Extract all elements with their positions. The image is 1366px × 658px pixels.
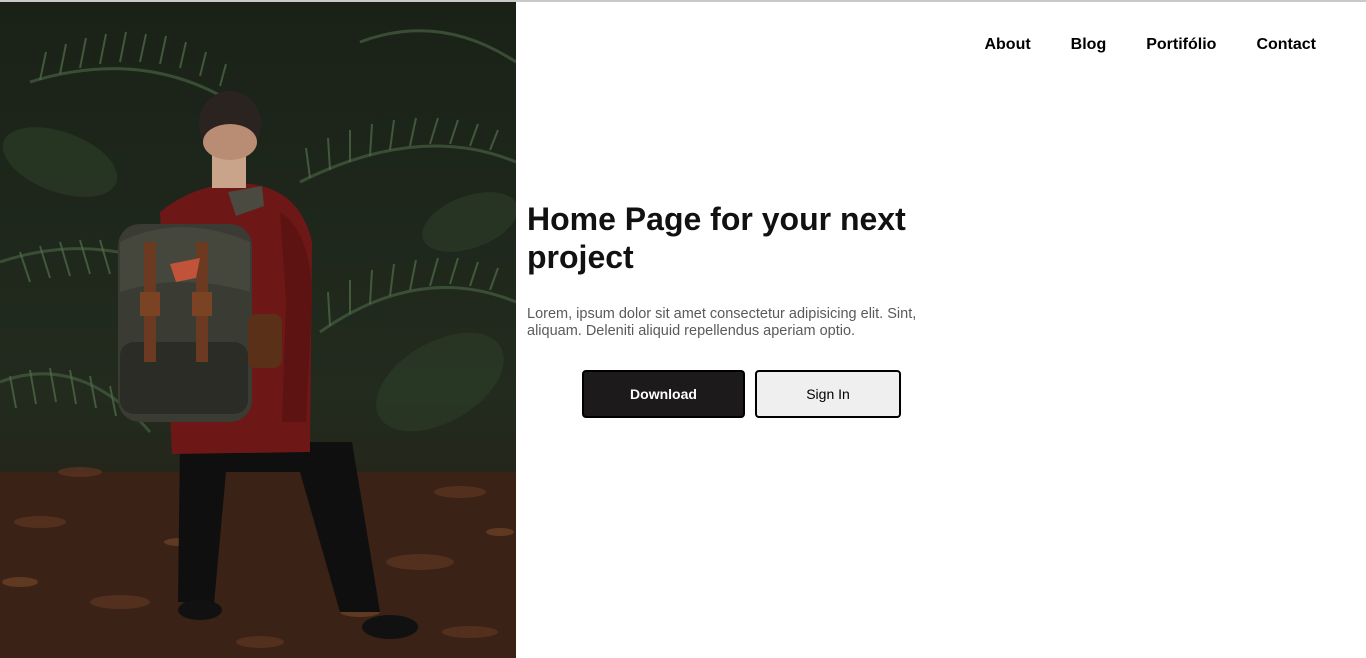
nav-portfolio[interactable]: Portifólio (1146, 35, 1216, 55)
page-title: Home Page for your next project (527, 201, 906, 275)
top-nav: About Blog Portifólio Contact (944, 35, 1316, 55)
nav-contact[interactable]: Contact (1256, 35, 1316, 55)
nav-about[interactable]: About (984, 35, 1030, 55)
hero-photo (0, 2, 516, 658)
nav-blog[interactable]: Blog (1071, 35, 1107, 55)
download-button[interactable]: Download (582, 370, 745, 418)
hero-description: Lorem, ipsum dolor sit amet consectetur … (527, 306, 917, 339)
sign-in-button[interactable]: Sign In (755, 370, 901, 418)
